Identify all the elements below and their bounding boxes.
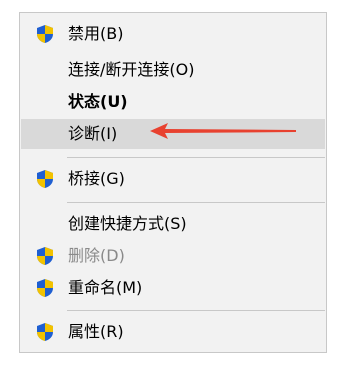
menu-item-rename[interactable]: 重命名(M) — [21, 273, 325, 303]
menu-item-disable[interactable]: 禁用(B) — [21, 19, 325, 49]
menu-item-label: 桥接(G) — [68, 169, 125, 188]
menu-item-label: 创建快捷方式(S) — [68, 214, 187, 233]
uac-shield-icon — [37, 323, 53, 341]
menu-item-delete: 删除(D) — [21, 241, 325, 271]
menu-item-label: 重命名(M) — [68, 278, 143, 297]
uac-shield-icon — [37, 25, 53, 43]
menu-item-label: 属性(R) — [68, 322, 124, 341]
menu-item-label: 状态(U) — [68, 92, 128, 111]
menu-item-connect-disconnect[interactable]: 连接/断开连接(O) — [21, 55, 325, 85]
uac-shield-icon — [37, 279, 53, 297]
menu-item-label: 连接/断开连接(O) — [68, 60, 195, 79]
menu-item-create-shortcut[interactable]: 创建快捷方式(S) — [21, 209, 325, 239]
menu-item-label: 禁用(B) — [68, 24, 124, 43]
red-arrow-icon — [150, 123, 296, 139]
menu-item-label: 删除(D) — [68, 246, 125, 265]
menu-item-properties[interactable]: 属性(R) — [21, 317, 325, 347]
menu-separator — [67, 310, 325, 311]
menu-item-bridge[interactable]: 桥接(G) — [21, 164, 325, 194]
menu-item-status[interactable]: 状态(U) — [21, 87, 325, 117]
context-menu: 禁用(B) 连接/断开连接(O) 状态(U) 诊断(I) 桥接(G) 创建快捷方… — [19, 12, 327, 353]
menu-separator — [67, 202, 325, 203]
uac-shield-icon — [37, 247, 53, 265]
menu-item-label: 诊断(I) — [68, 124, 118, 143]
menu-separator — [67, 157, 325, 158]
uac-shield-icon — [37, 170, 53, 188]
